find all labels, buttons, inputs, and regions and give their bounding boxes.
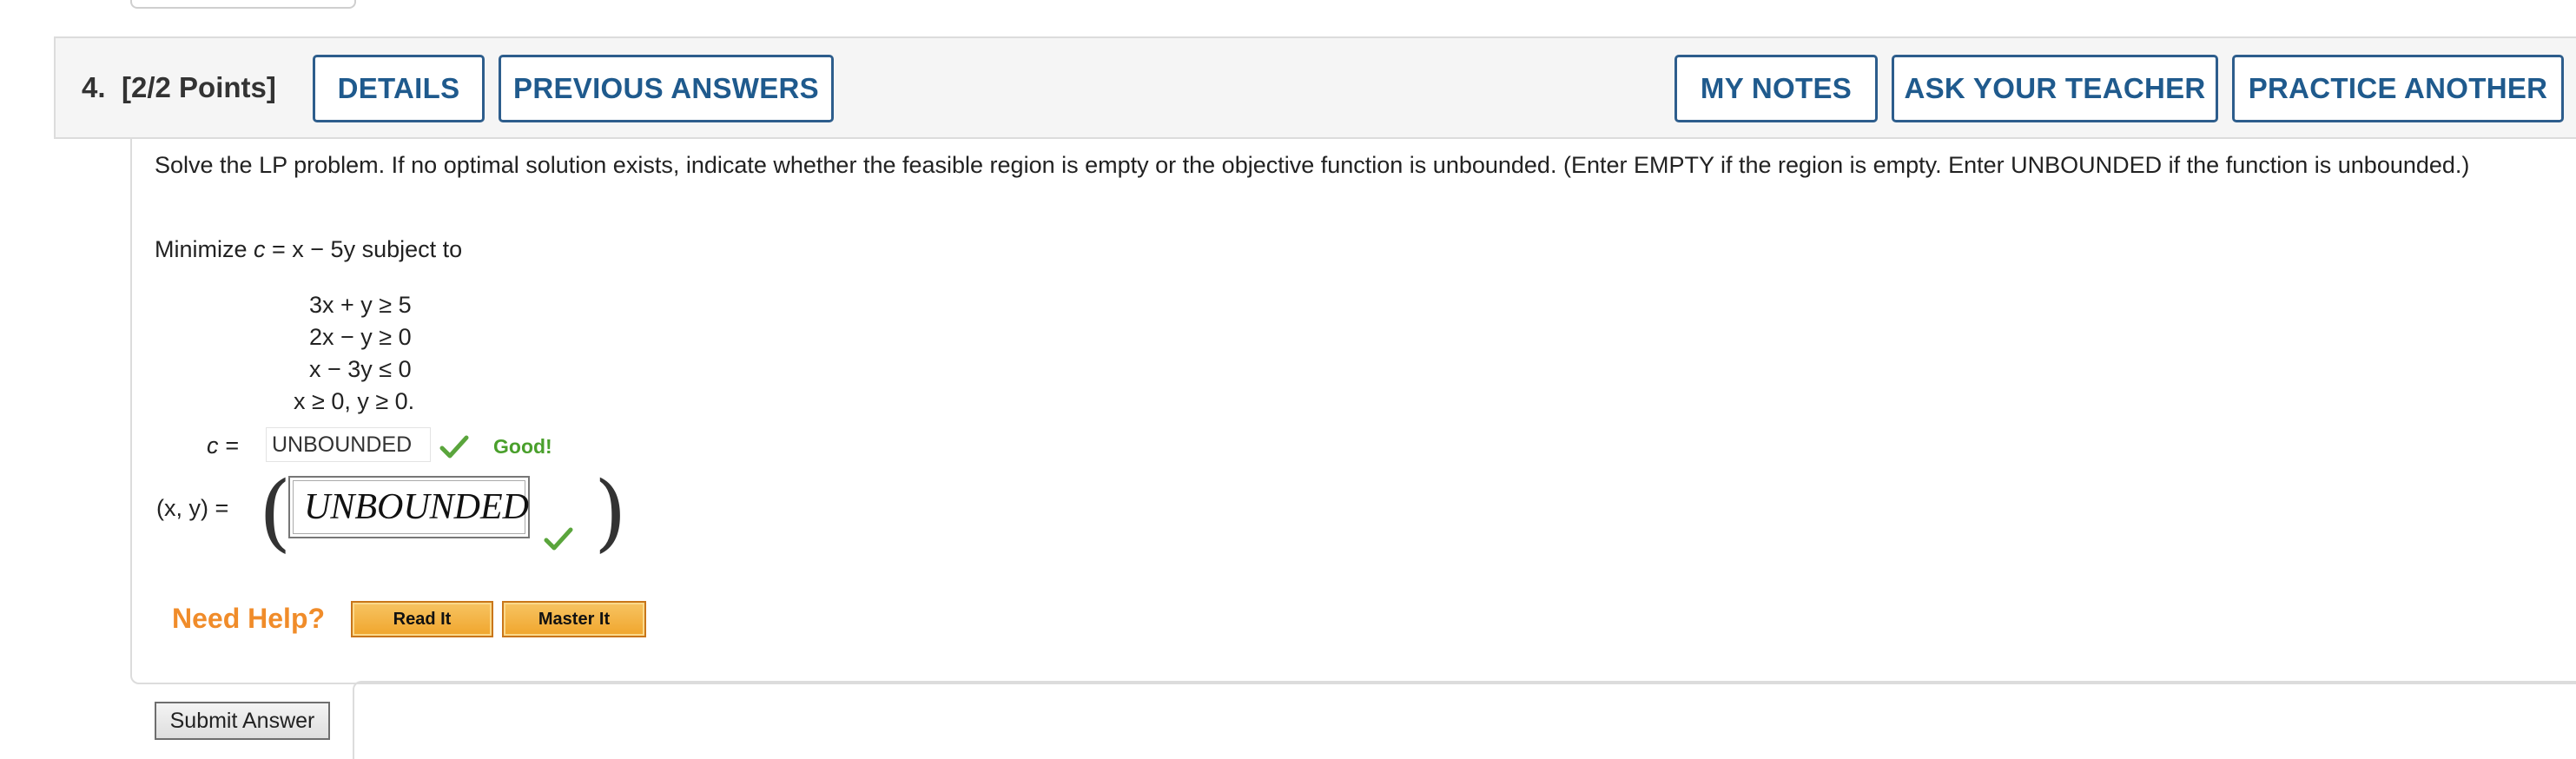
- constraint-3: x − 3y ≤ 0: [309, 356, 412, 382]
- constraint-2: 2x − y ≥ 0: [309, 324, 412, 350]
- question-body: [130, 137, 2576, 684]
- correct-check-icon: [544, 527, 573, 551]
- master-it-button[interactable]: Master It: [502, 601, 646, 637]
- constraint-4: x ≥ 0, y ≥ 0.: [294, 388, 415, 414]
- question-points: [2/2 Points]: [122, 71, 276, 103]
- ask-your-teacher-button[interactable]: ASK YOUR TEACHER: [1892, 55, 2218, 122]
- objective-statement: Minimize c = x − 5y subject to: [155, 236, 462, 263]
- objective-variable: c: [254, 236, 266, 262]
- next-panel: [353, 681, 2576, 759]
- c-answer-label: c =: [207, 432, 239, 459]
- constraint-1: 3x + y ≥ 5: [309, 292, 412, 318]
- need-help-label: Need Help?: [172, 603, 326, 634]
- left-paren: (: [259, 464, 292, 561]
- correct-check-icon: [439, 435, 469, 459]
- c-answer-field[interactable]: UNBOUNDED: [266, 427, 431, 462]
- submit-answer-button[interactable]: Submit Answer: [155, 702, 330, 740]
- objective-prefix: Minimize: [155, 236, 254, 262]
- previous-question-box: [130, 0, 356, 9]
- question-header: 4. [2/2 Points] DETAILS PREVIOUS ANSWERS…: [54, 36, 2576, 139]
- read-it-button[interactable]: Read It: [351, 601, 493, 637]
- objective-suffix: subject to: [355, 236, 463, 262]
- xy-answer-field[interactable]: UNBOUNDED: [288, 476, 530, 538]
- details-button[interactable]: DETAILS: [313, 55, 485, 122]
- right-paren: ): [594, 464, 627, 561]
- previous-answers-button[interactable]: PREVIOUS ANSWERS: [499, 55, 834, 122]
- problem-prompt: Solve the LP problem. If no optimal solu…: [155, 152, 2470, 178]
- question-number: 4.: [82, 71, 106, 103]
- practice-another-button[interactable]: PRACTICE ANOTHER: [2232, 55, 2564, 122]
- objective-expression: = x − 5y: [265, 236, 356, 262]
- my-notes-button[interactable]: MY NOTES: [1674, 55, 1878, 122]
- feedback-good: Good!: [493, 435, 552, 458]
- xy-answer-label: (x, y) =: [156, 495, 229, 521]
